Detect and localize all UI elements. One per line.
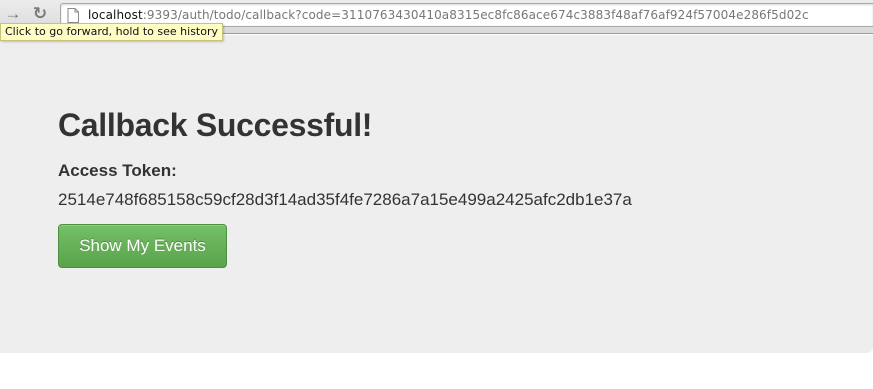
forward-arrow-icon[interactable]: → <box>4 5 22 23</box>
url-host: localhost <box>88 8 143 22</box>
show-my-events-button[interactable]: Show My Events <box>58 224 227 268</box>
url-path: :9393/auth/todo/callback?code=3110763430… <box>142 8 809 22</box>
page-content: Callback Successful! Access Token: 2514e… <box>0 35 873 353</box>
access-token-label: Access Token: <box>58 161 177 180</box>
access-token-value: 2514e748f685158c59cf28d3f14ad35f4fe7286a… <box>58 190 632 209</box>
page-title: Callback Successful! <box>58 107 373 143</box>
page-icon <box>67 8 79 23</box>
reload-icon[interactable]: ↻ <box>31 5 49 23</box>
url-text[interactable]: localhost:9393/auth/todo/callback?code=3… <box>88 8 809 22</box>
forward-tooltip: Click to go forward, hold to see history <box>0 23 223 41</box>
